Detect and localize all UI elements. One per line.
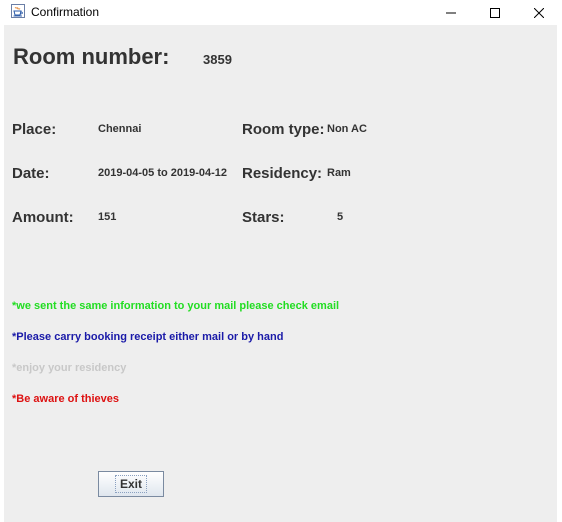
- stars-label: Stars:: [242, 209, 285, 226]
- maximize-icon: [490, 7, 500, 18]
- maximize-button[interactable]: [472, 0, 518, 25]
- thieves-warning-message: *Be aware of thieves: [12, 393, 119, 405]
- confirmation-panel: Room number: 3859 Place: Chennai Room ty…: [4, 25, 557, 522]
- title-bar: Confirmation: [0, 0, 562, 25]
- minimize-button[interactable]: [428, 0, 474, 25]
- exit-button-label: Exit: [114, 475, 147, 493]
- date-label: Date:: [12, 165, 50, 182]
- place-value: Chennai: [98, 123, 142, 135]
- enjoy-message: *enjoy your residency: [12, 362, 127, 374]
- place-label: Place:: [12, 121, 57, 138]
- amount-label: Amount:: [12, 209, 74, 226]
- stars-value: 5: [337, 211, 344, 223]
- date-value: 2019-04-05 to 2019-04-12: [98, 167, 228, 179]
- room-number-value: 3859: [203, 52, 232, 67]
- close-button[interactable]: [516, 0, 562, 25]
- room-type-value: Non AC: [327, 123, 367, 135]
- minimize-icon: [446, 8, 456, 18]
- room-type-label: Room type:: [242, 121, 325, 138]
- java-coffee-icon: [11, 4, 25, 18]
- amount-value: 151: [98, 211, 117, 223]
- room-number-label: Room number:: [13, 44, 170, 69]
- window-title: Confirmation: [31, 5, 100, 19]
- exit-button[interactable]: Exit: [98, 471, 164, 497]
- email-notice-message: *we sent the same information to your ma…: [12, 300, 340, 312]
- residency-label: Residency:: [242, 165, 323, 182]
- residency-value: Ram: [327, 167, 351, 179]
- close-icon: [534, 7, 544, 18]
- receipt-notice-message: *Please carry booking receipt either mai…: [12, 331, 284, 343]
